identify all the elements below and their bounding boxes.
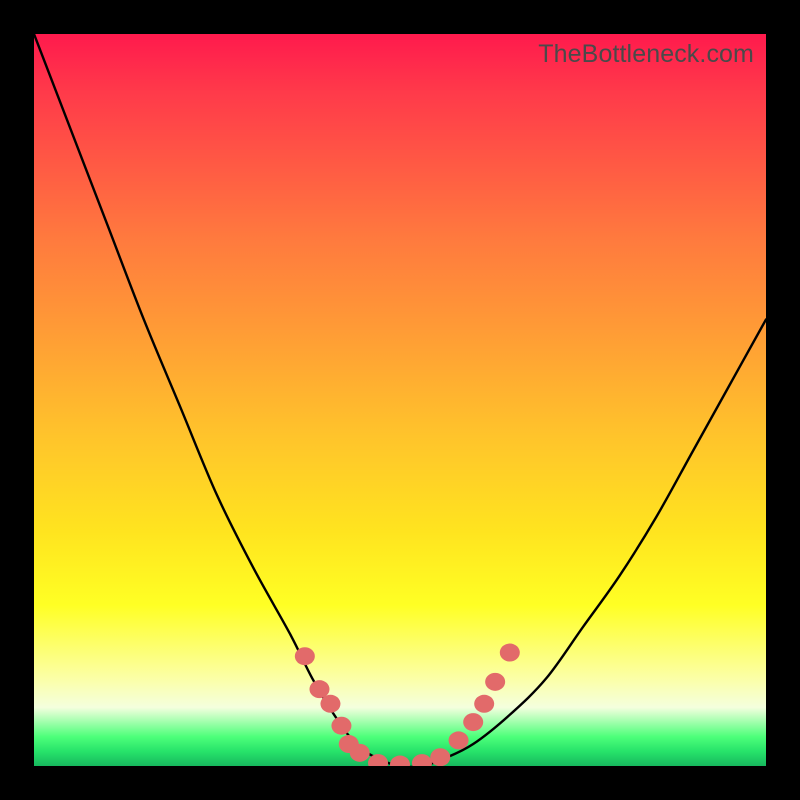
curve-marker: [309, 680, 329, 698]
marker-group: [295, 644, 520, 766]
curve-marker: [320, 695, 340, 713]
plot-area: TheBottleneck.com: [34, 34, 766, 766]
curve-marker: [430, 748, 450, 766]
curve-marker: [500, 644, 520, 662]
bottleneck-curve-svg: [34, 34, 766, 766]
curve-marker: [295, 647, 315, 665]
chart-frame: TheBottleneck.com: [0, 0, 800, 800]
bottleneck-curve-path: [34, 34, 766, 766]
curve-marker: [485, 673, 505, 691]
curve-marker: [390, 756, 410, 766]
curve-marker: [463, 713, 483, 731]
curve-marker: [350, 744, 370, 762]
curve-marker: [449, 731, 469, 749]
curve-marker: [412, 754, 432, 766]
curve-marker: [474, 695, 494, 713]
curve-marker: [331, 717, 351, 735]
